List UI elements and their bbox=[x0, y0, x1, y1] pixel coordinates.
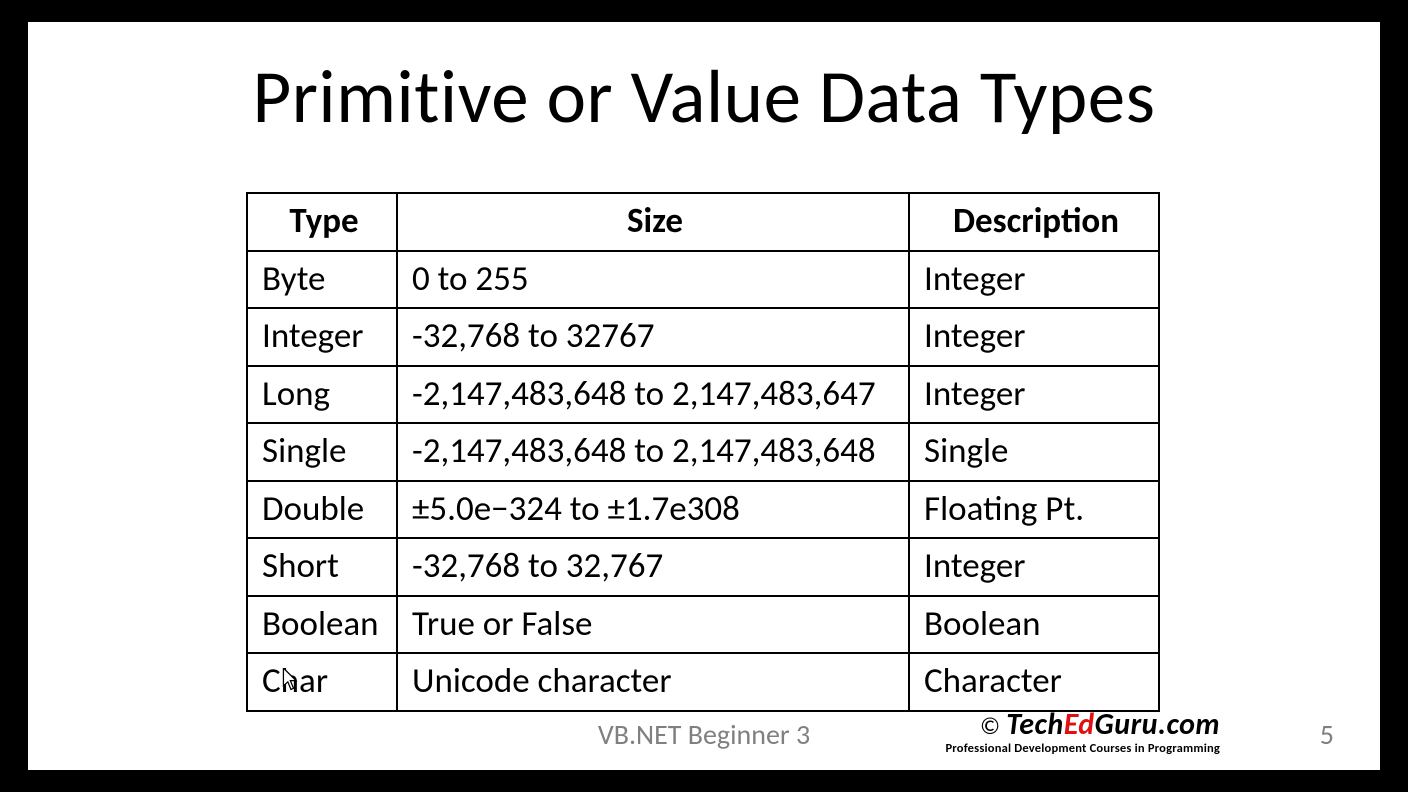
cell-type: Double bbox=[247, 481, 397, 539]
cell-desc: Integer bbox=[909, 538, 1159, 596]
logo-ed: Ed bbox=[1064, 706, 1095, 743]
table-row: Double ±5.0e−324 to ±1.7e308 Floating Pt… bbox=[247, 481, 1159, 539]
header-type: Type bbox=[247, 193, 397, 251]
page-number: 5 bbox=[1320, 717, 1334, 752]
cell-size: -32,768 to 32767 bbox=[397, 308, 909, 366]
logo-copyright: © bbox=[980, 712, 1006, 741]
table-header-row: Type Size Description bbox=[247, 193, 1159, 251]
cell-desc: Floating Pt. bbox=[909, 481, 1159, 539]
logo-dotcom: .com bbox=[1158, 706, 1220, 743]
cell-size: True or False bbox=[397, 596, 909, 654]
table-row: Short -32,768 to 32,767 Integer bbox=[247, 538, 1159, 596]
table-row: Long -2,147,483,648 to 2,147,483,647 Int… bbox=[247, 366, 1159, 424]
cell-type: Boolean bbox=[247, 596, 397, 654]
cell-type: Char bbox=[247, 653, 397, 711]
cell-type: Long bbox=[247, 366, 397, 424]
cell-type: Integer bbox=[247, 308, 397, 366]
header-size: Size bbox=[397, 193, 909, 251]
table-row: Char Unicode character Character bbox=[247, 653, 1159, 711]
cell-type: Short bbox=[247, 538, 397, 596]
cell-size: 0 to 255 bbox=[397, 251, 909, 309]
cell-desc: Character bbox=[909, 653, 1159, 711]
cell-desc: Integer bbox=[909, 366, 1159, 424]
cell-size: -32,768 to 32,767 bbox=[397, 538, 909, 596]
cell-size: ±5.0e−324 to ±1.7e308 bbox=[397, 481, 909, 539]
logo: © TechEdGuru.com Professional Developmen… bbox=[910, 710, 1220, 756]
table-row: Byte 0 to 255 Integer bbox=[247, 251, 1159, 309]
table-row: Single -2,147,483,648 to 2,147,483,648 S… bbox=[247, 423, 1159, 481]
cell-desc: Integer bbox=[909, 308, 1159, 366]
cell-desc: Integer bbox=[909, 251, 1159, 309]
cell-desc: Single bbox=[909, 423, 1159, 481]
table-row: Boolean True or False Boolean bbox=[247, 596, 1159, 654]
table-row: Integer -32,768 to 32767 Integer bbox=[247, 308, 1159, 366]
slide: Primitive or Value Data Types Type Size … bbox=[28, 22, 1380, 770]
cell-size: -2,147,483,648 to 2,147,483,648 bbox=[397, 423, 909, 481]
data-types-table: Type Size Description Byte 0 to 255 Inte… bbox=[246, 192, 1160, 712]
cell-size: -2,147,483,648 to 2,147,483,647 bbox=[397, 366, 909, 424]
cell-type: Single bbox=[247, 423, 397, 481]
logo-tech: Tech bbox=[1006, 706, 1064, 743]
slide-title: Primitive or Value Data Types bbox=[28, 52, 1380, 143]
logo-guru: Guru bbox=[1095, 706, 1158, 743]
header-desc: Description bbox=[909, 193, 1159, 251]
logo-brand: © TechEdGuru.com bbox=[910, 710, 1220, 740]
cell-type: Byte bbox=[247, 251, 397, 309]
cell-size: Unicode character bbox=[397, 653, 909, 711]
logo-tagline: Professional Development Courses in Prog… bbox=[910, 741, 1220, 756]
cell-desc: Boolean bbox=[909, 596, 1159, 654]
